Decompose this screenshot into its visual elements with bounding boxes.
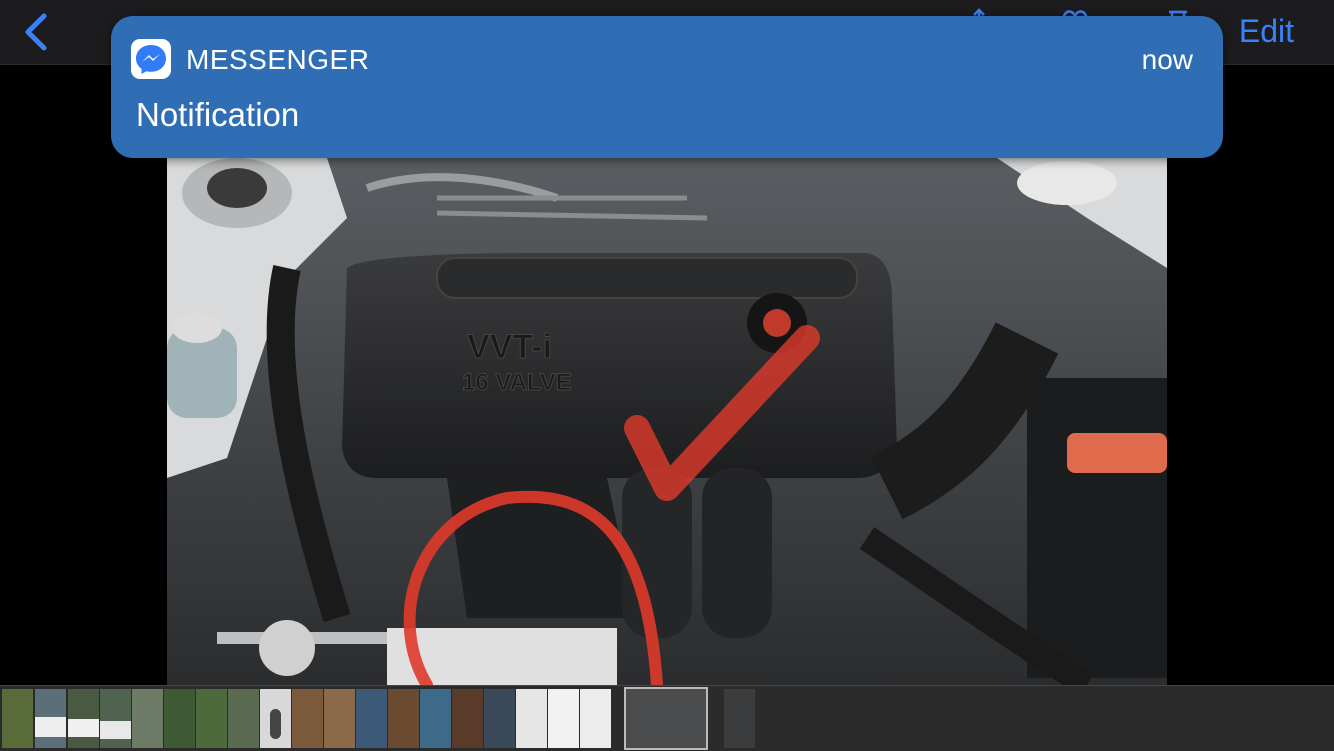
thumbnail[interactable]	[196, 689, 227, 748]
edit-button[interactable]: Edit	[1239, 12, 1294, 50]
thumbnail[interactable]	[452, 689, 483, 748]
thumbnail[interactable]	[228, 689, 259, 748]
photo-viewer[interactable]: VVT-i 16 VALVE	[0, 65, 1334, 685]
thumbnail[interactable]	[356, 689, 387, 748]
thumbnail[interactable]	[580, 689, 611, 748]
thumbnail[interactable]	[68, 689, 99, 748]
thumbnail[interactable]	[484, 689, 515, 748]
thumbnail[interactable]	[516, 689, 547, 748]
notification-app-name: MESSENGER	[186, 44, 370, 75]
thumbnail[interactable]	[260, 689, 291, 748]
thumbnail[interactable]	[164, 689, 195, 748]
thumbnail[interactable]	[324, 689, 355, 748]
notification-time: now	[1141, 44, 1193, 75]
chevron-left-icon	[25, 13, 47, 51]
messenger-notification[interactable]: MESSENGER now Notification	[111, 16, 1223, 158]
thumbnail-selected[interactable]	[624, 687, 708, 750]
thumbnail[interactable]	[132, 689, 163, 748]
thumbnail-strip[interactable]	[0, 685, 1334, 751]
thumbnail[interactable]	[420, 689, 451, 748]
svg-text:16 VALVE: 16 VALVE	[462, 369, 572, 396]
thumbnail[interactable]	[2, 689, 33, 748]
thumbnail[interactable]	[388, 689, 419, 748]
thumbnail[interactable]	[292, 689, 323, 748]
thumbnail[interactable]	[35, 689, 66, 748]
notification-body: Notification	[136, 96, 300, 133]
back-button[interactable]	[18, 10, 58, 54]
thumbnail[interactable]	[724, 689, 755, 748]
messenger-icon	[131, 39, 171, 79]
engine-bay-photo: VVT-i 16 VALVE	[167, 158, 1167, 685]
thumbnail[interactable]	[100, 689, 131, 748]
thumbnail[interactable]	[548, 689, 579, 748]
svg-text:VVT-i: VVT-i	[467, 328, 552, 366]
